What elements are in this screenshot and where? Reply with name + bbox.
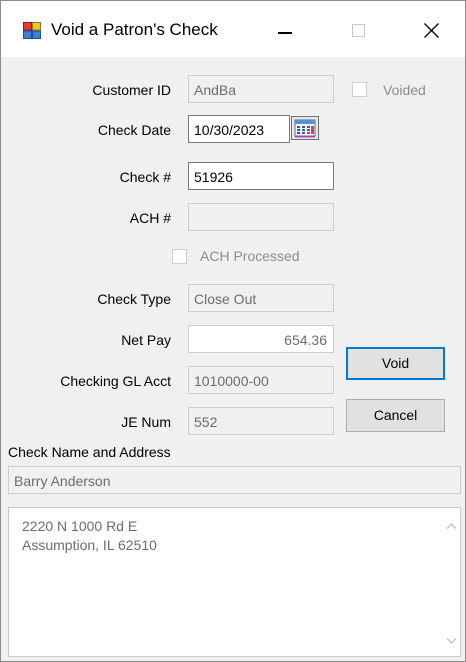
address-textarea[interactable]: 2220 N 1000 Rd E Assumption, IL 62510 — [8, 507, 461, 657]
check-name-address-label: Check Name and Address — [8, 444, 171, 460]
ach-processed-checkbox — [172, 249, 187, 264]
void-check-dialog: Void a Patron's Check Customer ID AndBa … — [0, 0, 466, 662]
check-name-field: Barry Anderson — [8, 466, 461, 494]
check-type-field: Close Out — [188, 284, 334, 312]
check-number-label: Check # — [119, 169, 171, 185]
je-num-field: 552 — [188, 407, 334, 435]
maximize-icon[interactable] — [335, 15, 381, 45]
ach-number-label: ACH # — [129, 210, 171, 226]
check-number-input[interactable]: 51926 — [188, 162, 334, 190]
title-bar[interactable]: Void a Patron's Check — [1, 1, 465, 57]
calendar-icon[interactable] — [291, 116, 319, 140]
voided-checkbox — [352, 82, 367, 97]
voided-label: Voided — [383, 82, 426, 98]
address-scrollbar[interactable] — [443, 508, 460, 656]
checking-gl-acct-field: 1010000-00 — [188, 366, 334, 394]
address-line-2: Assumption, IL 62510 — [22, 537, 157, 553]
net-pay-field: 654.36 — [188, 325, 334, 353]
net-pay-label: Net Pay — [121, 332, 171, 348]
scroll-down-icon[interactable] — [446, 632, 457, 648]
check-date-input[interactable]: 10/30/2023 — [188, 115, 290, 143]
customer-id-field: AndBa — [188, 75, 334, 103]
close-icon[interactable] — [409, 15, 455, 45]
address-line-1: 2220 N 1000 Rd E — [22, 518, 138, 534]
checking-gl-acct-label: Checking GL Acct — [60, 373, 171, 389]
je-num-label: JE Num — [121, 414, 171, 430]
check-type-label: Check Type — [97, 291, 171, 307]
window-title: Void a Patron's Check — [51, 20, 218, 39]
customer-id-label: Customer ID — [92, 82, 171, 98]
ach-number-field — [188, 203, 334, 231]
window-form-icon — [23, 22, 41, 39]
check-date-label: Check Date — [97, 122, 171, 138]
void-button[interactable]: Void — [346, 347, 445, 380]
ach-processed-label: ACH Processed — [200, 248, 300, 264]
cancel-button[interactable]: Cancel — [346, 399, 445, 432]
scroll-up-icon[interactable] — [446, 517, 457, 533]
minimize-icon[interactable] — [263, 15, 309, 45]
